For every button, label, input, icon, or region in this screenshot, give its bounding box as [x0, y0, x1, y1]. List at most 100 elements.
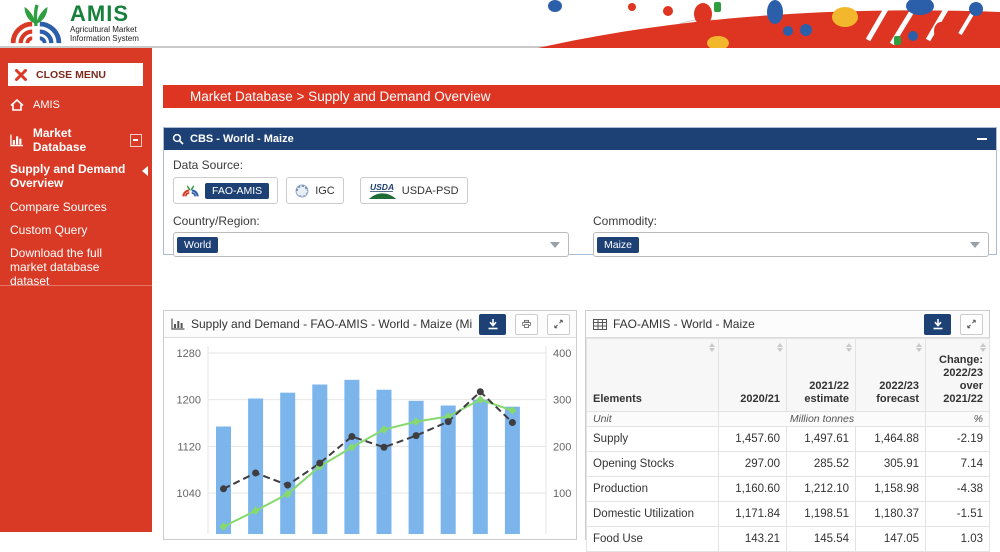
sort-icon — [846, 343, 852, 352]
chart-panel-header: Supply and Demand - FAO-AMIS - World - M… — [164, 311, 576, 338]
right-axis-tick: 400 — [553, 348, 571, 360]
sidebar-item-amis[interactable]: AMIS — [0, 97, 152, 113]
country-select[interactable]: World — [173, 232, 569, 257]
value-cell: 1,212.10 — [787, 477, 856, 502]
source-usda-button[interactable]: USDA USDA-PSD — [360, 177, 468, 204]
value-cell: 1,198.51 — [787, 502, 856, 527]
collapse-panel-button[interactable] — [976, 133, 988, 145]
chart-download-button[interactable] — [479, 314, 506, 335]
commodity-select[interactable]: Maize — [593, 232, 989, 257]
value-cell: 1,158.98 — [856, 477, 926, 502]
bar-chart-icon — [10, 134, 24, 147]
data-source-label: Data Source: — [173, 158, 987, 172]
active-item-arrow-icon — [142, 166, 148, 176]
chart-expand-button[interactable] — [547, 314, 570, 335]
amis-logo: AMIS Agricultural Market Information Sys… — [8, 3, 139, 45]
expand-icon — [967, 318, 976, 330]
value-cell: 145.54 — [787, 527, 856, 552]
usda-icon: USDA — [369, 182, 396, 199]
table-row: Food Use143.21145.54147.051.03 — [587, 527, 990, 552]
green-line — [224, 400, 513, 527]
close-icon — [15, 69, 27, 81]
expand-icon — [554, 318, 563, 330]
table-icon — [593, 319, 607, 330]
supply-demand-chart[interactable]: 1280400120030011202001040100 — [164, 338, 576, 534]
collapse-section-icon[interactable] — [130, 134, 142, 147]
column-header[interactable]: Change: 2022/23 over 2021/22 — [926, 339, 990, 412]
value-cell: 1,160.60 — [719, 477, 787, 502]
value-cell: 1,464.88 — [856, 427, 926, 452]
sidebar-item-supply-demand-overview[interactable]: Supply and Demand Overview — [0, 162, 152, 190]
value-cell: 143.21 — [719, 527, 787, 552]
circle-marker — [381, 444, 388, 451]
amis-logo-icon — [8, 3, 64, 45]
value-cell: 1,497.61 — [787, 427, 856, 452]
logo-subtitle: Agricultural Market Information System — [70, 25, 139, 43]
sidebar-item-download-dataset[interactable]: Download the full market database datase… — [0, 246, 152, 288]
fao-amis-icon — [182, 184, 199, 197]
sort-icon — [709, 343, 715, 352]
sort-icon — [916, 343, 922, 352]
table-download-button[interactable] — [924, 314, 951, 335]
chart-bar — [344, 380, 359, 534]
sidebar-item-compare-sources[interactable]: Compare Sources — [0, 200, 152, 214]
sidebar-item-custom-query[interactable]: Custom Query — [0, 223, 152, 237]
country-label: Country/Region: — [173, 214, 569, 228]
right-axis-tick: 300 — [553, 395, 571, 407]
chart-panel: Supply and Demand - FAO-AMIS - World - M… — [163, 310, 577, 540]
home-icon — [10, 99, 24, 111]
right-axis-tick: 200 — [553, 441, 571, 453]
chevron-down-icon[interactable] — [550, 242, 560, 248]
value-cell: 1,180.37 — [856, 502, 926, 527]
commodity-selected-tag: Maize — [597, 237, 639, 253]
data-table-panel: FAO-AMIS - World - Maize Elements2020/21… — [585, 310, 990, 540]
circle-marker — [284, 482, 291, 489]
value-cell: 305.91 — [856, 452, 926, 477]
breadcrumb: Market Database > Supply and Demand Over… — [163, 85, 1000, 108]
circle-marker — [252, 469, 259, 476]
circle-marker — [445, 418, 452, 425]
chart-bar — [216, 427, 231, 534]
circle-marker — [220, 485, 227, 492]
chevron-down-icon[interactable] — [970, 242, 980, 248]
table-expand-button[interactable] — [960, 314, 983, 335]
source-igc-button[interactable]: IGC — [286, 177, 344, 204]
top-banner: AMIS Agricultural Market Information Sys… — [0, 0, 1000, 48]
sidebar-item-market-database[interactable]: Market Database — [0, 132, 152, 148]
column-header[interactable]: 2022/23 forecast — [856, 339, 926, 412]
chart-print-button[interactable] — [515, 314, 538, 335]
bar-chart-icon — [171, 318, 185, 330]
logo-title: AMIS — [70, 3, 139, 25]
circle-marker — [509, 419, 516, 426]
commodity-label: Commodity: — [593, 214, 989, 228]
data-table: Elements2020/212021/22 estimate2022/23 f… — [586, 338, 990, 552]
left-axis-tick: 1040 — [177, 488, 201, 500]
circle-marker — [316, 460, 323, 467]
value-cell: -4.38 — [926, 477, 990, 502]
igc-icon — [295, 184, 309, 198]
sort-icon — [777, 343, 783, 352]
close-menu-button[interactable]: CLOSE MENU — [8, 63, 143, 86]
unit-row: UnitMillion tonnes% — [587, 412, 990, 427]
filter-panel: CBS - World - Maize Data Source: FAO-AMI… — [163, 127, 997, 255]
commodity-filter: Commodity: Maize — [593, 214, 989, 257]
value-cell: 285.52 — [787, 452, 856, 477]
column-header[interactable]: 2021/22 estimate — [787, 339, 856, 412]
table-row: Production1,160.601,212.101,158.98-4.38 — [587, 477, 990, 502]
country-selected-tag: World — [177, 237, 218, 253]
search-icon — [172, 133, 184, 145]
minus-icon — [977, 138, 987, 140]
filter-panel-header: CBS - World - Maize — [164, 128, 996, 150]
column-header[interactable]: Elements — [587, 339, 719, 412]
right-axis-tick: 100 — [553, 488, 571, 500]
value-cell: -1.51 — [926, 502, 990, 527]
chart-bar — [473, 400, 488, 534]
column-header[interactable]: 2020/21 — [719, 339, 787, 412]
table-title: FAO-AMIS - World - Maize — [613, 317, 918, 331]
sidebar-divider — [0, 285, 152, 286]
chart-bar — [280, 393, 295, 534]
value-cell: 1.03 — [926, 527, 990, 552]
filter-panel-title: CBS - World - Maize — [190, 133, 970, 145]
circle-marker — [348, 433, 355, 440]
source-fao-amis-button[interactable]: FAO-AMIS — [173, 177, 278, 204]
